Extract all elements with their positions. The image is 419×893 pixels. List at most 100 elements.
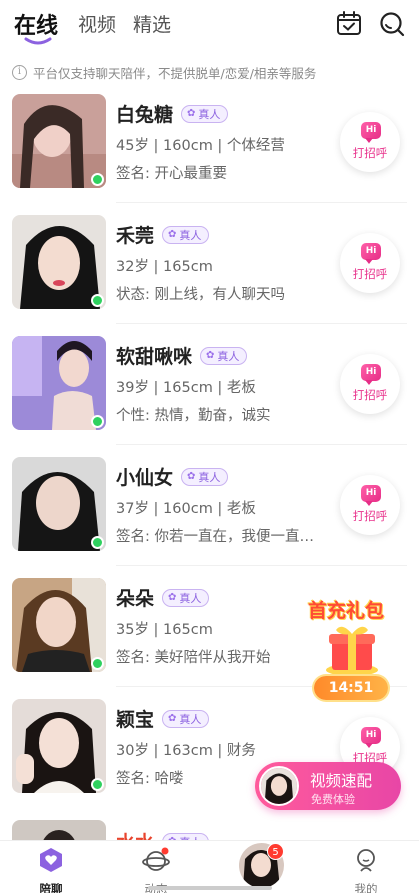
user-name: 软甜啾咪 xyxy=(116,346,193,368)
home-indicator xyxy=(148,886,272,890)
greet-label: 打招呼 xyxy=(352,267,388,281)
greet-button[interactable]: Hi 打招呼 xyxy=(340,112,400,172)
info-icon: i xyxy=(12,64,27,80)
avatar[interactable] xyxy=(12,215,106,309)
tab-underline-icon xyxy=(24,37,52,45)
search-icon[interactable] xyxy=(378,10,406,38)
user-info: 32岁 | 165cm xyxy=(116,259,213,275)
greet-label: 打招呼 xyxy=(352,146,388,160)
avatar[interactable] xyxy=(12,820,106,840)
user-name: 白兔糖 xyxy=(116,104,174,126)
verified-icon: ✿ xyxy=(168,713,177,724)
online-status-dot xyxy=(91,657,104,670)
list-item[interactable]: 水水 ✿真人 xyxy=(0,820,419,840)
video-match-button[interactable]: 视频速配 免费体验 xyxy=(255,762,401,810)
nav-chat[interactable]: 陪聊 xyxy=(21,847,81,893)
unread-count-badge: 5 xyxy=(267,843,284,860)
user-info: 30岁 | 163cm | 财务 xyxy=(116,743,256,759)
user-signature: 签名: 开心最重要 xyxy=(116,166,227,182)
user-name: 小仙女 xyxy=(116,467,174,489)
hi-icon: Hi xyxy=(361,243,381,264)
verified-badge: ✿真人 xyxy=(162,832,210,840)
verified-icon: ✿ xyxy=(206,350,215,361)
online-status-dot xyxy=(91,173,104,186)
notice-text: 平台仅支持聊天陪伴，不提供脱单/恋爱/相亲等服务 xyxy=(33,65,317,81)
badge-label: 真人 xyxy=(198,470,221,484)
verified-icon: ✿ xyxy=(187,108,196,119)
list-item[interactable]: 禾莞 ✿ 真人 32岁 | 165cm 状态: 刚上线，有人聊天吗 Hi 打招呼 xyxy=(0,215,419,336)
greet-button[interactable]: Hi 打招呼 xyxy=(340,354,400,414)
avatar[interactable] xyxy=(12,336,106,430)
verified-badge: ✿真人 xyxy=(181,104,229,123)
list-item[interactable]: 小仙女 ✿ 真人 37岁 | 160cm | 老板 签名: 你若一直在，我便一直…… xyxy=(0,457,419,578)
avatar xyxy=(259,766,299,806)
badge-label: 真人 xyxy=(179,228,202,242)
video-match-subtitle: 免费体验 xyxy=(311,793,355,806)
hi-icon: Hi xyxy=(361,727,381,748)
nav-chat-label: 陪聊 xyxy=(39,882,63,893)
online-status-dot xyxy=(91,294,104,307)
verified-badge: ✿真人 xyxy=(162,709,210,728)
divider xyxy=(116,202,407,203)
user-info: 35岁 | 165cm xyxy=(116,622,213,638)
video-match-title: 视频速配 xyxy=(310,772,373,790)
badge-label: 真人 xyxy=(179,591,202,605)
promo-title: 首充礼包 xyxy=(308,600,385,622)
chat-heart-icon xyxy=(40,848,62,872)
greet-label: 打招呼 xyxy=(352,509,388,523)
avatar[interactable] xyxy=(12,457,106,551)
badge-label: 真人 xyxy=(217,349,240,363)
top-header: 在线 视频 精选 xyxy=(0,0,419,56)
greet-button[interactable]: Hi 打招呼 xyxy=(340,475,400,535)
badge-label: 真人 xyxy=(179,712,202,726)
verified-badge: ✿真人 xyxy=(162,225,210,244)
service-notice: i 平台仅支持聊天陪伴，不提供脱单/恋爱/相亲等服务 xyxy=(12,62,412,82)
first-recharge-promo[interactable]: 首充礼包 14:51 xyxy=(304,594,396,702)
verified-icon: ✿ xyxy=(187,471,196,482)
divider xyxy=(116,565,407,566)
user-personality: 个性: 热情，勤奋，诚实 xyxy=(116,408,271,424)
user-signature: 签名: 哈喽 xyxy=(116,771,184,787)
online-status-dot xyxy=(91,536,104,549)
avatar[interactable] xyxy=(12,578,106,672)
user-status: 状态: 刚上线，有人聊天吗 xyxy=(116,287,285,303)
list-item[interactable]: 白兔糖 ✿ 真人 45岁 | 160cm | 个体经营 签名: 开心最重要 Hi … xyxy=(0,94,419,215)
avatar[interactable] xyxy=(12,699,106,793)
user-name: 禾莞 xyxy=(116,225,155,247)
tab-online[interactable]: 在线 xyxy=(14,8,58,40)
verified-icon: ✿ xyxy=(168,592,177,603)
calendar-check-icon[interactable] xyxy=(335,10,363,38)
divider xyxy=(116,323,407,324)
nav-moments[interactable]: 动态 xyxy=(126,847,186,893)
verified-icon: ✿ xyxy=(168,229,177,240)
promo-countdown: 14:51 xyxy=(314,676,388,700)
greet-label: 打招呼 xyxy=(352,388,388,402)
user-signature: 签名: 你若一直在，我便一直… xyxy=(116,529,314,545)
gift-box-icon xyxy=(326,626,378,676)
nav-profile-label: 我的 xyxy=(354,882,378,893)
badge-label: 真人 xyxy=(198,107,221,121)
online-status-dot xyxy=(91,778,104,791)
tab-video[interactable]: 视频 xyxy=(78,10,116,37)
bottom-nav: 陪聊 动态 5 我的 xyxy=(0,840,419,893)
hi-icon: Hi xyxy=(361,485,381,506)
user-name: 朵朵 xyxy=(116,588,155,610)
tab-featured[interactable]: 精选 xyxy=(133,10,171,37)
user-name: 颖宝 xyxy=(116,709,155,731)
nav-profile[interactable]: 我的 xyxy=(336,847,396,893)
avatar[interactable] xyxy=(12,94,106,188)
hi-icon: Hi xyxy=(361,364,381,385)
planet-icon xyxy=(142,847,170,871)
user-info: 39岁 | 165cm | 老板 xyxy=(116,380,256,396)
greet-button[interactable]: Hi 打招呼 xyxy=(340,233,400,293)
verified-badge: ✿真人 xyxy=(181,467,229,486)
hi-icon: Hi xyxy=(361,122,381,143)
profile-icon xyxy=(357,849,375,872)
verified-badge: ✿真人 xyxy=(162,588,210,607)
list-item[interactable]: 软甜啾咪 ✿ 真人 39岁 | 165cm | 老板 个性: 热情，勤奋，诚实 H… xyxy=(0,336,419,457)
verified-badge: ✿真人 xyxy=(200,346,248,365)
user-info: 45岁 | 160cm | 个体经营 xyxy=(116,138,285,154)
divider xyxy=(116,444,407,445)
user-signature: 签名: 美好陪伴从我开始 xyxy=(116,650,271,666)
user-name: 水水 xyxy=(116,828,154,840)
